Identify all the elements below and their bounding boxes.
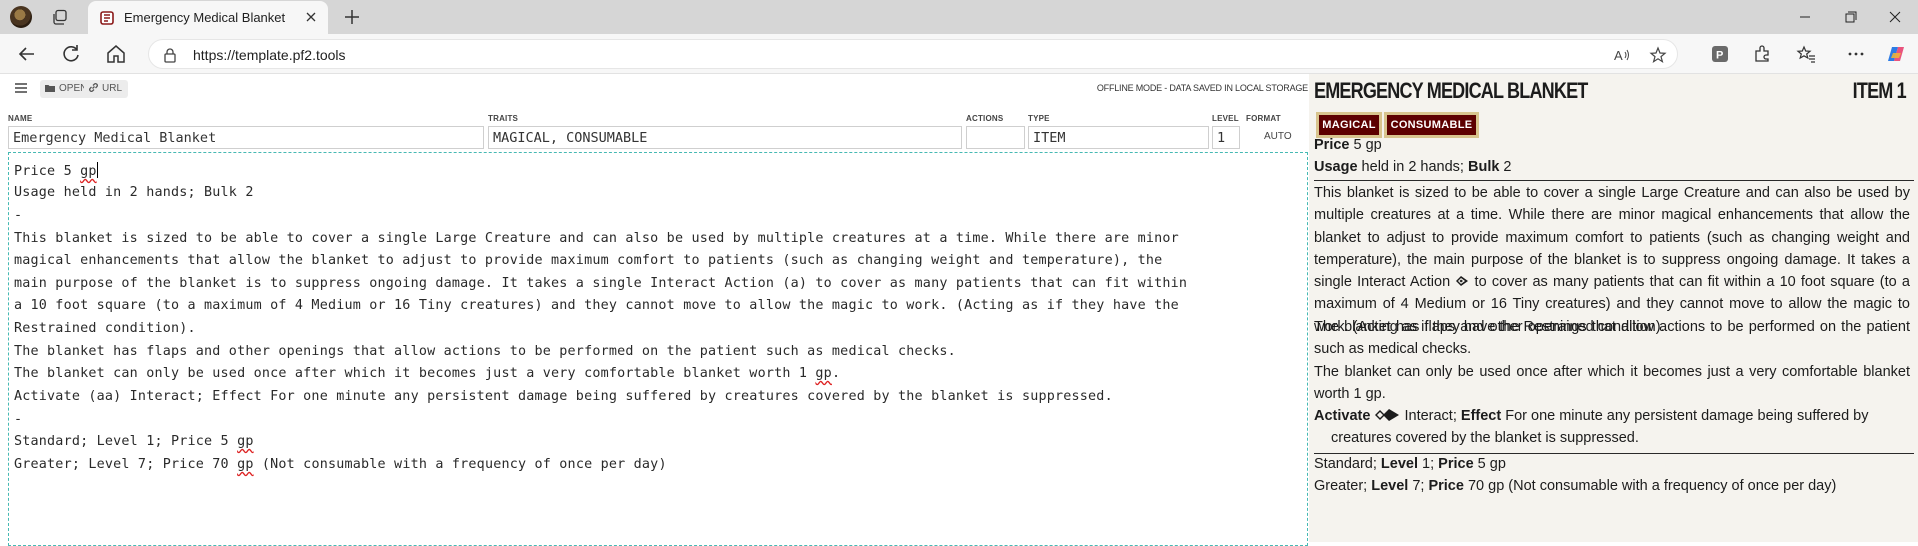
- divider: [1314, 453, 1914, 454]
- editor-line: The blanket can only be used once after …: [14, 366, 841, 381]
- favicon-icon: [100, 11, 114, 25]
- name-input[interactable]: Emergency Medical Blanket: [8, 126, 484, 149]
- name-label: NAME: [8, 114, 33, 123]
- browser-toolbar: https://template.pf2.tools A P: [0, 34, 1918, 74]
- trait-badge: MAGICAL: [1316, 112, 1382, 138]
- tab-actions-icon[interactable]: [52, 9, 68, 25]
- editor-line: Price 5 gp: [14, 162, 98, 179]
- description-paragraph: This blanket is sized to be able to cove…: [1314, 185, 1910, 335]
- editor-line: The blanket has flaps and other openings…: [14, 344, 956, 359]
- home-icon[interactable]: [104, 42, 128, 66]
- restore-icon[interactable]: [1828, 0, 1874, 34]
- format-select[interactable]: AUTO: [1264, 131, 1292, 142]
- svg-text:A: A: [1614, 48, 1623, 63]
- pf2-extension-icon[interactable]: P: [1710, 44, 1730, 64]
- activate-line: Activate Interact; Effect For one minute…: [1314, 408, 1869, 424]
- menu-icon[interactable]: [14, 82, 28, 94]
- tab-strip: Emergency Medical Blanket: [0, 0, 1918, 34]
- text-caret: [96, 162, 98, 178]
- type-input[interactable]: ITEM: [1028, 126, 1209, 149]
- lock-icon[interactable]: [163, 47, 177, 63]
- offline-status: OFFLINE MODE - DATA SAVED IN LOCAL STORA…: [1096, 83, 1308, 93]
- spellcheck-word: gp: [815, 366, 832, 381]
- action-icon: [1456, 276, 1469, 287]
- editor-line: Usage held in 2 hands; Bulk 2: [14, 185, 254, 200]
- level-label: LEVEL: [1212, 114, 1239, 123]
- read-aloud-icon[interactable]: A: [1613, 46, 1631, 64]
- editor-line: Greater; Level 7; Price 70 gp (Not consu…: [14, 457, 667, 472]
- close-icon[interactable]: [304, 10, 318, 24]
- format-label: FORMAT: [1246, 114, 1281, 123]
- trait-badge: CONSUMABLE: [1384, 112, 1479, 138]
- activate-line-continued: creatures covered by the blanket is supp…: [1331, 430, 1639, 446]
- url-label: URL: [102, 83, 123, 94]
- divider: [1314, 180, 1914, 181]
- more-icon[interactable]: [1846, 44, 1866, 64]
- copilot-icon[interactable]: [1886, 44, 1906, 64]
- spellcheck-word: gp: [80, 164, 97, 179]
- tab-emergency-medical-blanket[interactable]: Emergency Medical Blanket: [88, 1, 328, 34]
- type-label: TYPE: [1028, 114, 1050, 123]
- editor-line: a 10 foot square (to a maximum of 4 Medi…: [14, 298, 1179, 313]
- level-input[interactable]: 1: [1212, 126, 1240, 149]
- extension-icon[interactable]: [1752, 44, 1772, 64]
- spellcheck-word: gp: [237, 457, 254, 472]
- editor-line: Restrained condition).: [14, 321, 196, 336]
- url-text[interactable]: https://template.pf2.tools: [193, 47, 346, 63]
- editor-line: main purpose of the blanket is to suppre…: [14, 276, 1188, 291]
- traits-input[interactable]: MAGICAL, CONSUMABLE: [488, 126, 962, 149]
- spellcheck-word: gp: [237, 434, 254, 449]
- price-line: Price 5 gp: [1314, 137, 1382, 153]
- flaps-paragraph: The blanket has flaps and other openings…: [1314, 319, 1910, 358]
- editor-line: This blanket is sized to be able to cove…: [14, 231, 1179, 246]
- usage-line: Usage held in 2 hands; Bulk 2: [1314, 159, 1512, 175]
- editor-line: Standard; Level 1; Price 5 gp: [14, 434, 254, 449]
- tab-title: Emergency Medical Blanket: [124, 10, 286, 25]
- back-icon[interactable]: [15, 42, 39, 66]
- editor-separator: -: [14, 412, 23, 427]
- editor-line: Activate (aa) Interact; Effect For one m…: [14, 389, 1113, 404]
- refresh-icon[interactable]: [59, 42, 83, 66]
- url-button[interactable]: URL: [84, 80, 129, 98]
- item-level: ITEM 1: [1852, 78, 1907, 103]
- variant-greater: Greater; Level 7; Price 70 gp (Not consu…: [1314, 478, 1837, 494]
- editor-line: magical enhancements that allow the blan…: [14, 253, 1163, 268]
- item-title: EMERGENCY MEDICAL BLANKET: [1314, 78, 1588, 103]
- favorites-icon[interactable]: [1796, 44, 1816, 64]
- actions-label: ACTIONS: [966, 114, 1004, 123]
- editor-separator: -: [14, 208, 23, 223]
- minimize-icon[interactable]: [1782, 0, 1828, 34]
- plus-icon[interactable]: [340, 6, 364, 28]
- link-icon: [89, 83, 98, 92]
- window-close-icon[interactable]: [1872, 0, 1918, 34]
- svg-text:P: P: [1716, 50, 1723, 62]
- favorite-icon[interactable]: [1649, 46, 1667, 64]
- item-preview: EMERGENCY MEDICAL BLANKET ITEM 1 MAGICAL…: [1309, 74, 1918, 542]
- app-toolbar: OPEN URL OFFLINE MODE - DATA SAVED IN LO…: [6, 78, 1308, 100]
- folder-icon: [45, 85, 55, 92]
- actions-input[interactable]: [966, 126, 1025, 149]
- profile-avatar[interactable]: [10, 6, 32, 28]
- address-bar[interactable]: https://template.pf2.tools A: [148, 39, 1678, 69]
- item-text-editor[interactable]: Price 5 gp Usage held in 2 hands; Bulk 2…: [8, 152, 1308, 546]
- single-use-paragraph: The blanket can only be used once after …: [1314, 364, 1910, 403]
- variant-standard: Standard; Level 1; Price 5 gp: [1314, 456, 1506, 472]
- traits-label: TRAITS: [488, 114, 519, 123]
- two-action-icon: [1375, 409, 1400, 421]
